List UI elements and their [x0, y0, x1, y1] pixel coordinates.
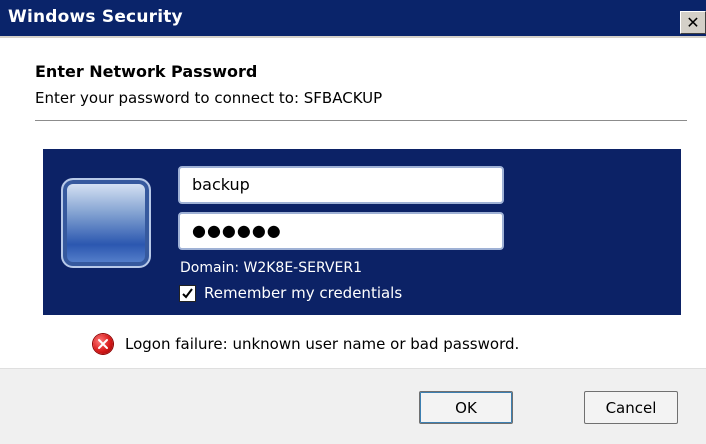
error-message-row: Logon failure: unknown user name or bad …: [93, 334, 519, 354]
title-bar: Windows Security ✕: [0, 0, 706, 38]
divider: [35, 120, 687, 121]
close-button[interactable]: ✕: [680, 11, 706, 34]
remember-label: Remember my credentials: [204, 284, 403, 302]
error-icon: [93, 334, 113, 354]
dialog-subheading: Enter your password to connect to: SFBAC…: [35, 89, 383, 107]
dialog-content: Enter Network Password Enter your passwo…: [0, 38, 706, 368]
checkbox-icon[interactable]: [179, 284, 196, 302]
password-value: ●●●●●●: [192, 221, 282, 240]
button-bar: OK Cancel: [0, 368, 706, 444]
ok-button-label: OK: [455, 398, 477, 417]
ok-button[interactable]: OK: [419, 391, 513, 424]
credential-panel: backup ●●●●●● Domain: W2K8E-SERVER1 Reme…: [43, 149, 681, 315]
domain-label: Domain: W2K8E-SERVER1: [180, 260, 362, 276]
username-value: backup: [192, 175, 250, 194]
password-input[interactable]: ●●●●●●: [178, 212, 504, 250]
x-mark-icon: [98, 339, 108, 349]
cancel-button-label: Cancel: [605, 398, 657, 417]
cancel-button[interactable]: Cancel: [584, 391, 678, 424]
error-message: Logon failure: unknown user name or bad …: [125, 335, 520, 353]
remember-credentials-checkbox[interactable]: Remember my credentials: [179, 284, 402, 302]
close-icon: ✕: [686, 13, 700, 32]
username-input[interactable]: backup: [178, 166, 504, 204]
user-tile-icon: [61, 178, 151, 268]
window-title: Windows Security: [8, 7, 183, 27]
checkmark-icon: [182, 287, 193, 299]
dialog-heading: Enter Network Password: [35, 62, 258, 81]
